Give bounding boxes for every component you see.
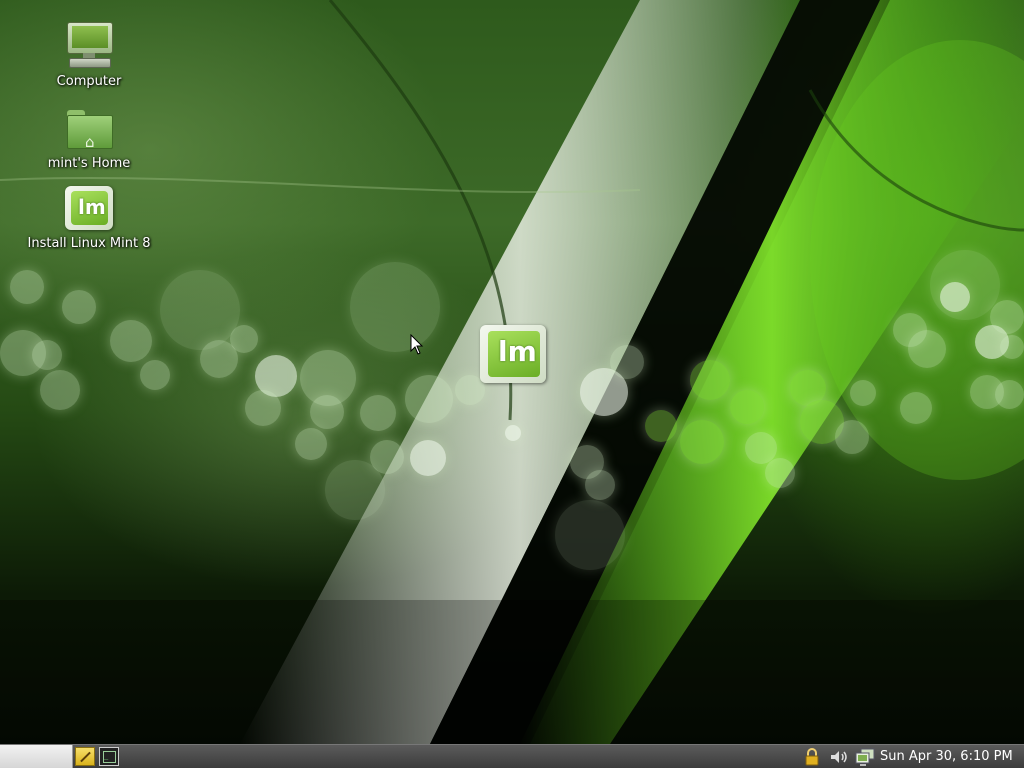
bokeh-light — [900, 392, 932, 424]
desktop-icon-label: Install Linux Mint 8 — [27, 236, 151, 251]
desktop-icon-install-mint[interactable]: lm Install Linux Mint 8 — [9, 184, 169, 251]
bokeh-light — [10, 270, 44, 304]
bokeh-light — [555, 500, 625, 570]
linux-mint-logo-icon: lm — [63, 184, 115, 232]
volume-icon[interactable] — [829, 747, 849, 767]
wallpaper-logo-text: lm — [498, 335, 537, 368]
bokeh-light — [62, 290, 96, 324]
bokeh-light — [160, 270, 240, 350]
bokeh-light — [295, 428, 327, 460]
lock-icon[interactable] — [803, 747, 821, 767]
bokeh-light — [1000, 335, 1024, 359]
bokeh-light — [505, 425, 521, 441]
bokeh-light — [995, 380, 1024, 409]
terminal-launcher[interactable]: _ — [99, 747, 119, 766]
bokeh-green — [680, 420, 724, 464]
bokeh-light — [32, 340, 62, 370]
wallpaper-mint-logo-icon: lm — [480, 325, 546, 383]
desktop-icon-computer[interactable]: Computer — [9, 22, 169, 89]
bokeh-light — [765, 458, 795, 488]
bokeh-light — [325, 460, 385, 520]
bokeh-light — [140, 360, 170, 390]
bokeh-light — [230, 325, 258, 353]
mouse-cursor-icon — [410, 334, 424, 355]
bokeh-light — [990, 300, 1024, 334]
desktop-icon-home[interactable]: ⌂ mint's Home — [9, 104, 169, 171]
computer-icon — [63, 22, 115, 70]
bokeh-light — [850, 380, 876, 406]
main-menu-button[interactable] — [0, 745, 73, 768]
clock[interactable]: Sun Apr 30, 6:10 PM — [880, 745, 1013, 768]
bokeh-light — [110, 320, 152, 362]
network-icon[interactable] — [854, 747, 876, 767]
bokeh-light — [245, 390, 281, 426]
desktop-icon-label: Computer — [56, 74, 122, 89]
bokeh-light — [610, 345, 644, 379]
bottom-panel: _ Sun Apr 30, 6:10 PM — [0, 744, 1024, 768]
bokeh-light — [360, 395, 396, 431]
bokeh-light — [405, 375, 453, 423]
desktop-icon-label: mint's Home — [47, 156, 131, 171]
bokeh-light — [835, 420, 869, 454]
bokeh-green — [645, 410, 677, 442]
bokeh-light — [310, 395, 344, 429]
home-folder-icon: ⌂ — [63, 104, 115, 152]
bokeh-light — [585, 470, 615, 500]
bokeh-light — [908, 330, 946, 368]
terminal-icon: _ — [103, 751, 116, 763]
bokeh-light — [350, 262, 440, 352]
bokeh-light — [940, 282, 970, 312]
bokeh-light — [40, 370, 80, 410]
text-editor-launcher[interactable] — [75, 747, 95, 766]
bokeh-light — [410, 440, 446, 476]
bokeh-green — [730, 390, 764, 424]
bokeh-green — [690, 360, 730, 400]
